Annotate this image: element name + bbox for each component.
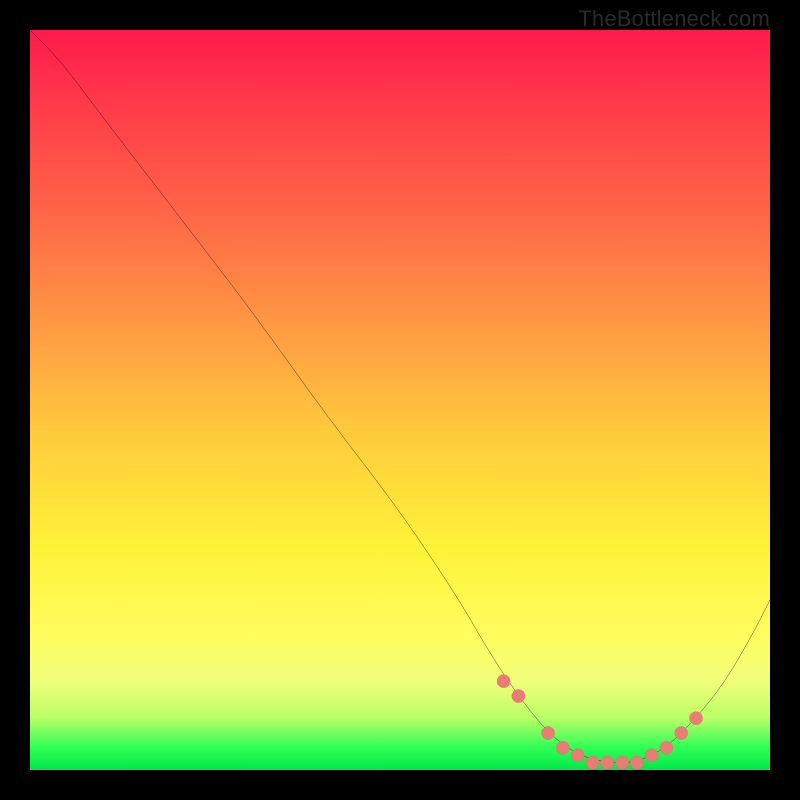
- chart-svg: [30, 30, 770, 770]
- marker-point: [660, 741, 673, 754]
- marker-point: [571, 749, 584, 762]
- curve-markers: [497, 675, 703, 770]
- marker-point: [586, 756, 599, 769]
- marker-point: [497, 675, 510, 688]
- marker-point: [512, 689, 525, 702]
- curve-line: [30, 30, 770, 763]
- marker-point: [615, 756, 628, 769]
- marker-point: [601, 756, 614, 769]
- chart-stage: TheBottleneck.com: [0, 0, 800, 800]
- plot-area: [30, 30, 770, 770]
- watermark-text: TheBottleneck.com: [578, 6, 770, 32]
- marker-point: [675, 726, 688, 739]
- marker-point: [541, 726, 554, 739]
- marker-point: [645, 749, 658, 762]
- marker-point: [630, 756, 643, 769]
- marker-point: [689, 712, 702, 725]
- marker-point: [556, 741, 569, 754]
